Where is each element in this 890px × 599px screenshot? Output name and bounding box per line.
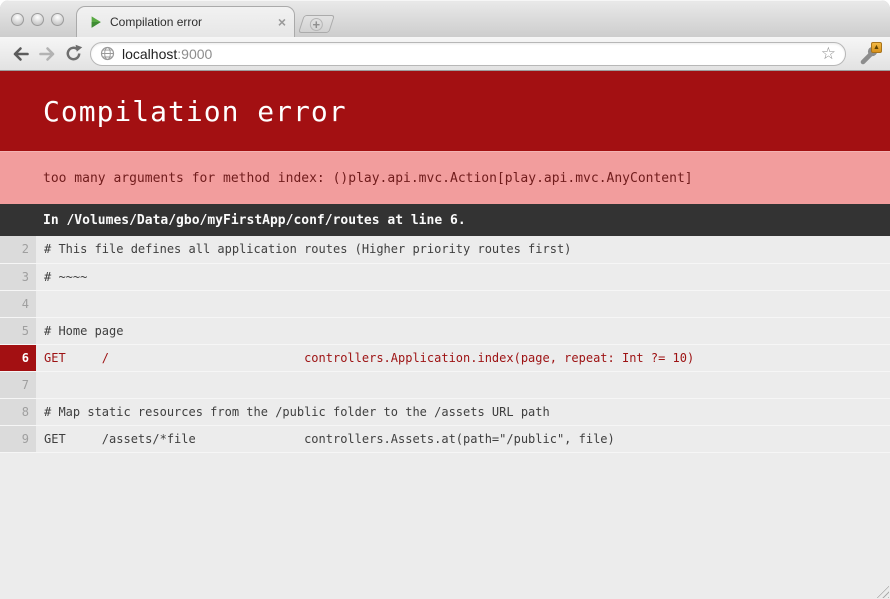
code-line: 7 [0, 371, 890, 398]
line-number: 5 [0, 318, 36, 344]
tab-title: Compilation error [110, 15, 278, 29]
line-text: GET / controllers.Application.index(page… [36, 345, 694, 371]
line-text: # This file defines all application rout… [36, 236, 571, 263]
code-line: 5 # Home page [0, 317, 890, 344]
line-text: # ~~~~ [36, 264, 87, 290]
forward-button[interactable] [34, 41, 60, 67]
page-title: Compilation error [43, 95, 347, 128]
line-text [36, 291, 44, 317]
update-badge-icon: ▲ [871, 42, 882, 53]
code-line: 2 # This file defines all application ro… [0, 236, 890, 263]
browser-window: Compilation error × + [0, 0, 890, 599]
tab-strip: Compilation error × + [0, 0, 890, 37]
error-detail-banner: too many arguments for method index: ()p… [0, 151, 890, 204]
source-code-listing: 2 # This file defines all application ro… [0, 236, 890, 452]
omnibox[interactable]: localhost:9000 ☆ [90, 42, 846, 66]
error-location-bar: In /Volumes/Data/gbo/myFirstApp/conf/rou… [0, 204, 890, 236]
code-line-error: 6 GET / controllers.Application.index(pa… [0, 344, 890, 371]
minimize-button[interactable] [31, 13, 44, 26]
zoom-button[interactable] [51, 13, 64, 26]
close-button[interactable] [11, 13, 24, 26]
back-button[interactable] [8, 41, 34, 67]
new-tab-button[interactable]: + [298, 15, 335, 33]
code-line: 8 # Map static resources from the /publi… [0, 398, 890, 425]
back-arrow-icon [11, 44, 31, 64]
window-controls [11, 13, 64, 26]
line-text [36, 372, 44, 398]
play-framework-icon [89, 15, 103, 29]
error-location: In /Volumes/Data/gbo/myFirstApp/conf/rou… [43, 213, 466, 228]
page-background [0, 452, 890, 599]
tab-close-icon[interactable]: × [278, 15, 286, 29]
bookmark-star-icon[interactable]: ☆ [821, 45, 836, 62]
line-number: 2 [0, 236, 36, 263]
line-number: 9 [0, 426, 36, 452]
reload-icon [64, 44, 83, 63]
line-text: GET /assets/*file controllers.Assets.at(… [36, 426, 615, 452]
error-message: too many arguments for method index: ()p… [43, 171, 693, 186]
plus-icon: + [310, 18, 323, 31]
wrench-menu-button[interactable]: ▲ [856, 42, 882, 66]
code-line: 3 # ~~~~ [0, 263, 890, 290]
line-number: 8 [0, 399, 36, 425]
line-number: 3 [0, 264, 36, 290]
line-text: # Map static resources from the /public … [36, 399, 550, 425]
url-port: :9000 [177, 46, 212, 62]
site-info-globe-icon[interactable] [100, 46, 115, 61]
error-header: Compilation error [0, 71, 890, 151]
forward-arrow-icon [37, 44, 57, 64]
code-line: 4 [0, 290, 890, 317]
line-number: 4 [0, 291, 36, 317]
url-host: localhost [122, 46, 177, 62]
line-number: 7 [0, 372, 36, 398]
url-text: localhost:9000 [122, 46, 212, 62]
line-text: # Home page [36, 318, 123, 344]
navigation-toolbar: localhost:9000 ☆ ▲ [0, 37, 890, 71]
tab-compilation-error[interactable]: Compilation error × [76, 6, 295, 37]
code-line: 9 GET /assets/*file controllers.Assets.a… [0, 425, 890, 452]
error-page: Compilation error too many arguments for… [0, 71, 890, 599]
line-number: 6 [0, 345, 36, 371]
reload-button[interactable] [60, 41, 86, 67]
